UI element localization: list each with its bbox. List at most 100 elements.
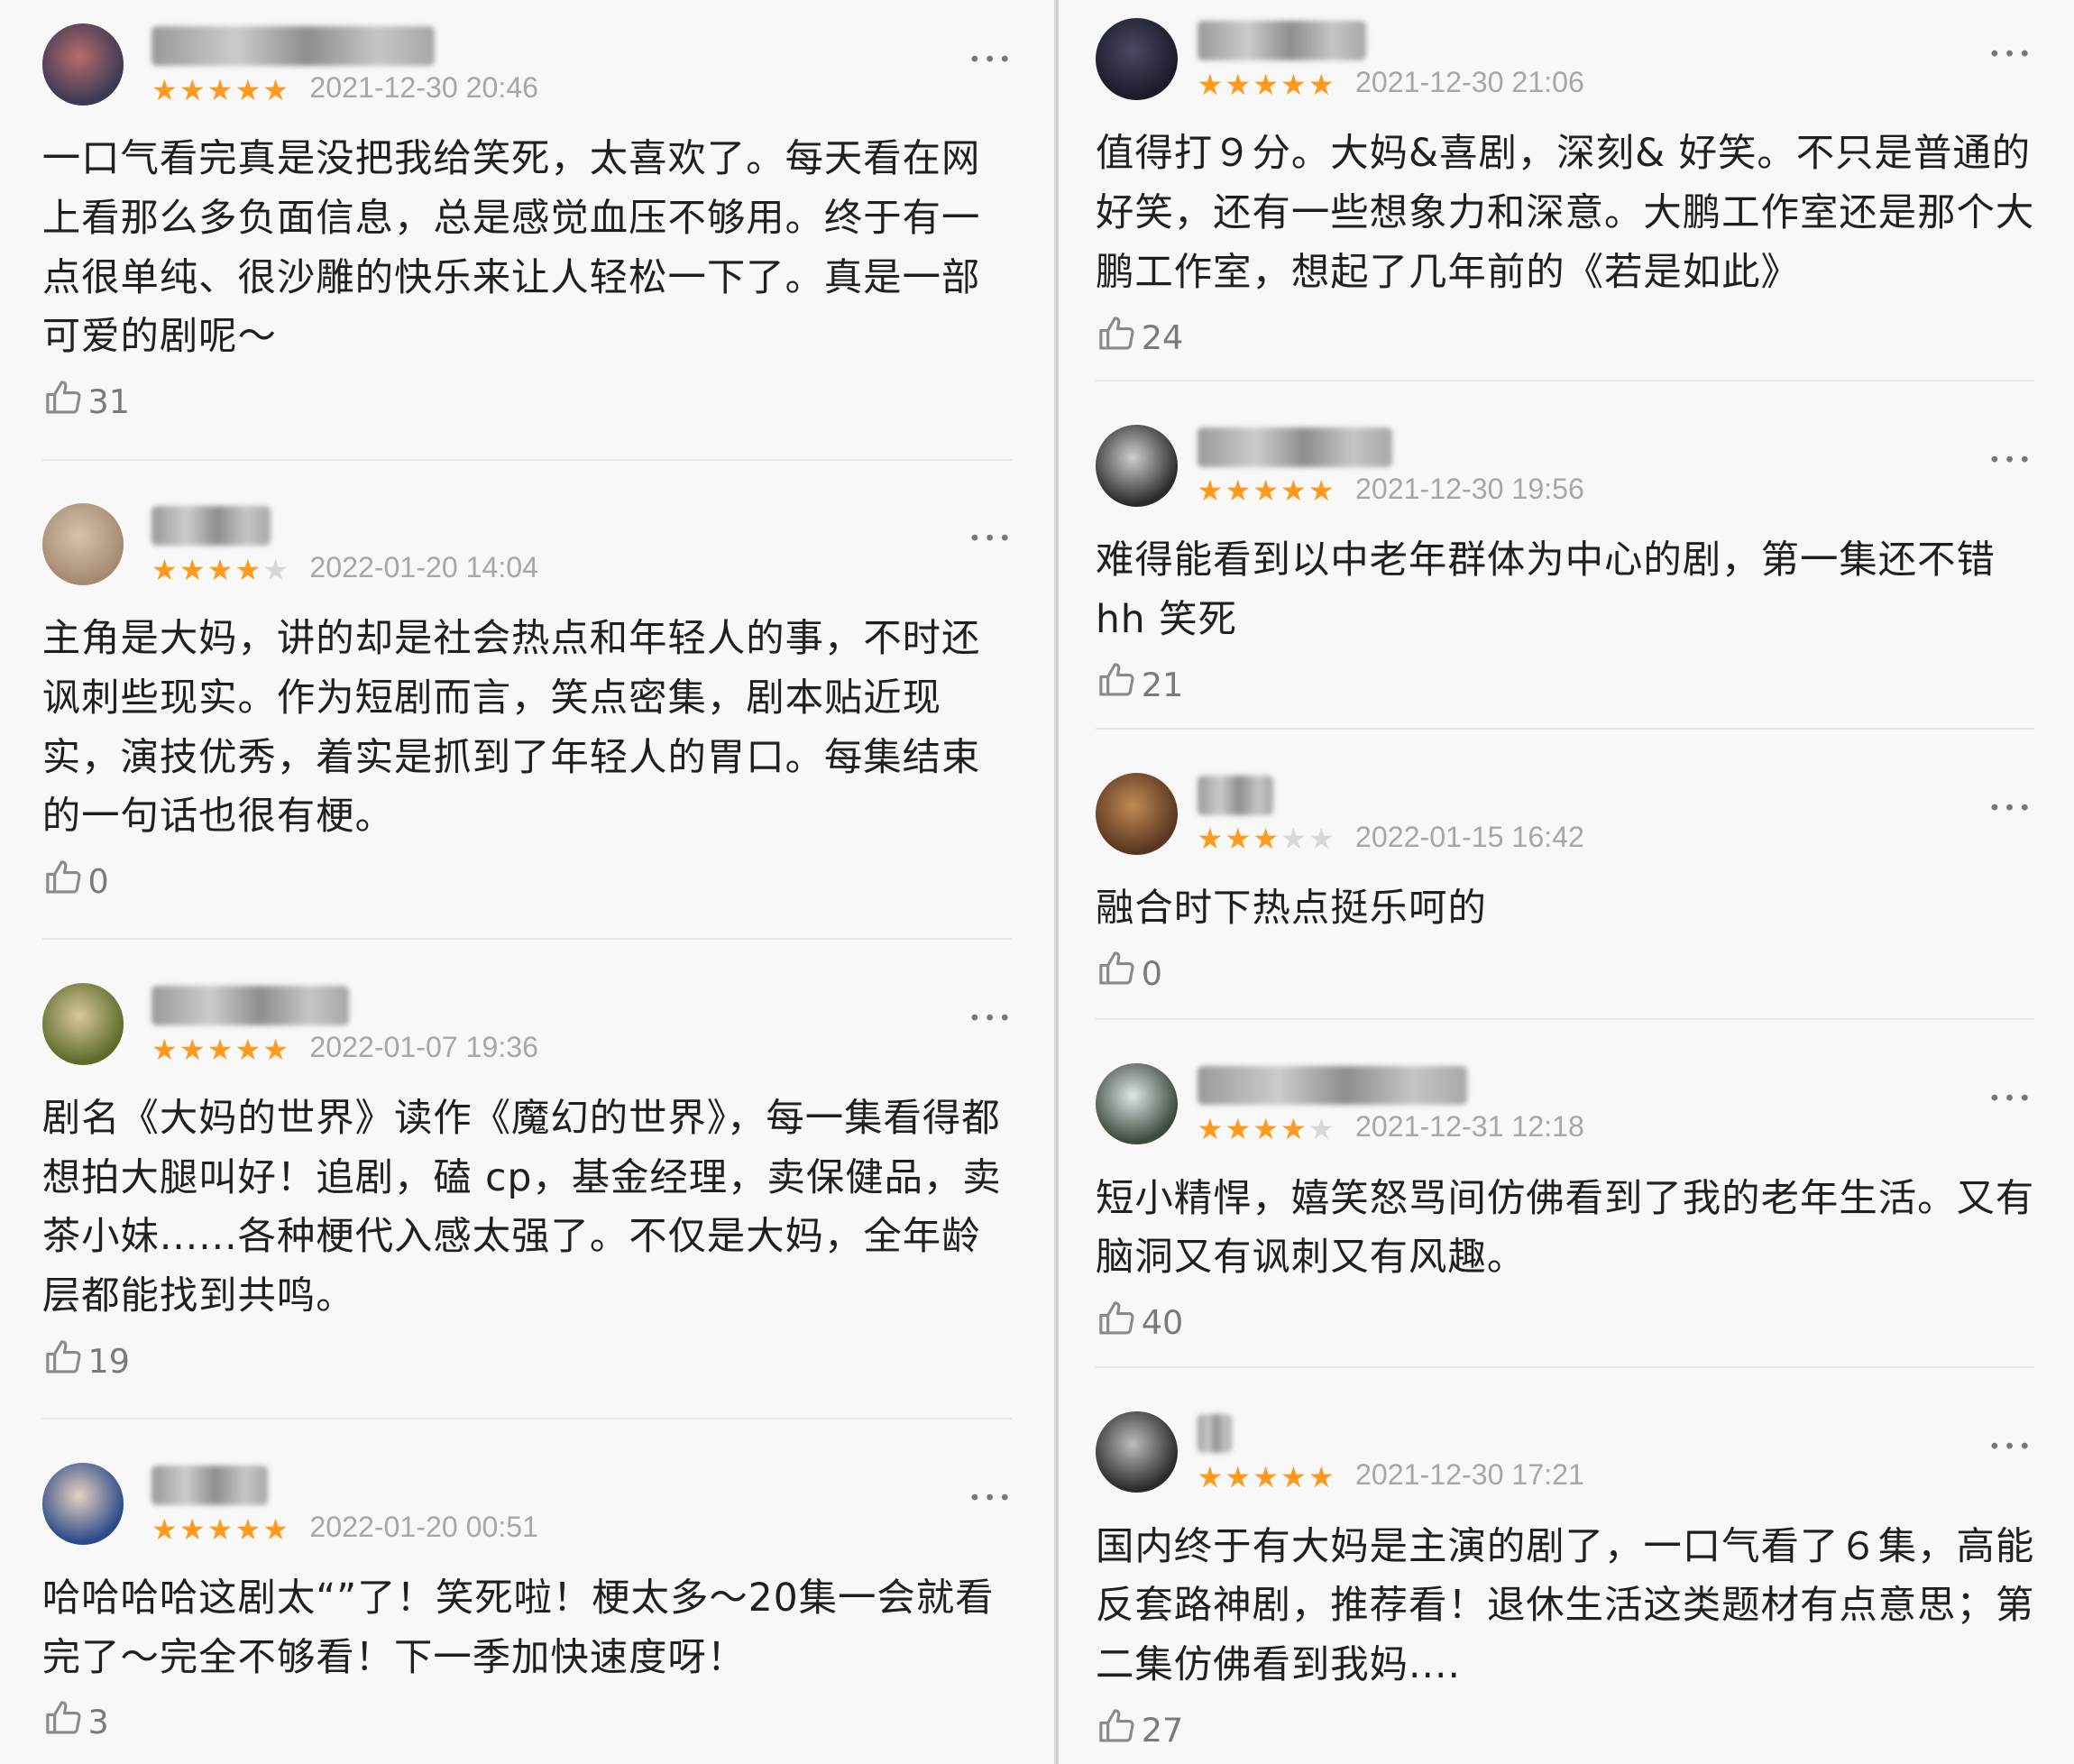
review-divider [41, 458, 1013, 461]
review-divider [41, 938, 1013, 941]
star-rating: ★ ★ ★ ★ ★ [1198, 822, 1335, 855]
username[interactable]: kinshean [1197, 21, 1366, 61]
star-icon: ★ [1280, 473, 1307, 509]
review-timestamp: 2022-01-20 00:51 [309, 1510, 539, 1543]
like-button[interactable]: 24 [1096, 313, 1183, 363]
review-timestamp: 2021-12-30 21:06 [1355, 66, 1584, 99]
star-icon: ★ [1197, 473, 1224, 509]
like-count: 40 [1141, 1303, 1184, 1343]
avatar[interactable] [41, 983, 124, 1065]
star-icon: ★ [151, 1032, 178, 1067]
like-button[interactable]: 19 [42, 1337, 130, 1387]
like-button[interactable]: 21 [1096, 659, 1183, 710]
review-column-right: kinshean★★★★★2021-12-30 21:06•••值得打９分。大妈… [1056, 0, 2074, 1764]
username[interactable]: 哈哈哈哈哈螃蟹啦 [151, 26, 436, 67]
more-options-button[interactable]: ••• [968, 1488, 1014, 1509]
star-icon: ★ [151, 1511, 178, 1547]
username[interactable]: 我要变成猪猪子 [1197, 1065, 1468, 1106]
review-text: 值得打９分。大妈&喜剧，深刻& 好笑。不只是普通的好笑，还有一些想象力和深意。大… [1095, 131, 2035, 295]
star-icon: ★ [1280, 822, 1307, 857]
more-options-button[interactable]: ••• [968, 1008, 1014, 1029]
avatar[interactable] [1095, 424, 1178, 507]
thumbs-up-icon [42, 1337, 85, 1387]
review-text: 国内终于有大妈是主演的剧了，一口气看了６集，高能反套路神剧，推荐看！退休生活这类… [1095, 1523, 2035, 1687]
avatar[interactable] [1095, 1410, 1178, 1493]
star-icon: ★ [151, 552, 178, 587]
review-divider [1095, 1017, 2035, 1020]
thumbs-up-icon [1096, 1705, 1138, 1756]
star-icon: ★ [262, 1032, 289, 1067]
star-icon: ★ [1197, 68, 1224, 103]
review-text: 一口气看完真是没把我给笑死，太喜欢了。每天看在网上看那么多负面信息，总是感觉血压… [41, 136, 981, 359]
thumbs-up-icon [1096, 659, 1138, 710]
avatar[interactable] [1095, 772, 1178, 855]
more-options-button[interactable]: ••• [1988, 1088, 2033, 1108]
review-divider [1095, 1365, 2035, 1368]
thumbs-up-icon [1096, 313, 1138, 363]
star-icon: ★ [1197, 822, 1224, 857]
username[interactable]: 轩草 [1197, 775, 1274, 815]
star-icon: ★ [262, 72, 289, 107]
avatar[interactable] [1095, 1062, 1178, 1145]
username[interactable]: 找说的都对 [151, 986, 350, 1025]
star-rating: ★ ★ ★ ★ ★ [151, 554, 289, 586]
review-timestamp: 2022-01-15 16:42 [1355, 820, 1584, 853]
like-button[interactable]: 0 [1096, 948, 1162, 998]
like-button[interactable]: 40 [1096, 1298, 1183, 1348]
star-icon: ★ [1225, 822, 1252, 857]
review-text: 主角是大妈，讲的却是社会热点和年轻人的事，不时还讽刺些现实。作为短剧而言，笑点密… [41, 616, 981, 839]
like-count: 0 [1141, 953, 1162, 993]
like-count: 3 [87, 1703, 109, 1742]
star-icon: ★ [1225, 1112, 1252, 1147]
star-icon: ★ [1308, 822, 1335, 857]
thumbs-up-icon [42, 857, 85, 907]
star-icon: ★ [1280, 68, 1307, 103]
like-button[interactable]: 3 [42, 1697, 109, 1748]
star-icon: ★ [1308, 473, 1335, 509]
more-options-button[interactable]: ••• [968, 49, 1014, 69]
review-divider [41, 1418, 1013, 1420]
star-icon: ★ [1253, 1460, 1280, 1495]
avatar[interactable] [41, 503, 124, 585]
star-icon: ★ [1225, 1460, 1252, 1495]
star-icon: ★ [234, 552, 262, 587]
review-timestamp: 2021-12-30 17:21 [1355, 1458, 1584, 1492]
more-options-button[interactable]: ••• [968, 528, 1014, 549]
star-icon: ★ [206, 552, 234, 587]
more-options-button[interactable]: ••• [1988, 43, 2033, 64]
star-icon: ★ [1280, 1460, 1307, 1495]
star-icon: ★ [1280, 1112, 1307, 1147]
thumbs-up-icon [1096, 948, 1138, 998]
star-icon: ★ [1253, 68, 1280, 103]
more-options-button[interactable]: ••• [1988, 1436, 2033, 1456]
avatar[interactable] [41, 1462, 124, 1545]
like-count: 27 [1141, 1711, 1184, 1750]
more-options-button[interactable]: ••• [1988, 449, 2033, 470]
review-text: 短小精悍，嬉笑怒骂间仿佛看到了我的老年生活。又有脑洞又有讽刺又有风趣。 [1095, 1175, 2035, 1280]
like-button[interactable]: 31 [42, 377, 130, 427]
review-text: 融合时下热点挺乐呵的 [1095, 885, 1487, 930]
star-icon: ★ [1253, 822, 1280, 857]
like-count: 0 [87, 862, 109, 902]
username[interactable]: 陈豆子丰田 [1197, 427, 1392, 467]
username[interactable]: w [1197, 1413, 1232, 1454]
star-icon: ★ [151, 72, 178, 107]
review-screenshot: 哈哈哈哈哈螃蟹啦★★★★★2021-12-30 20:46•••一口气看完真是没… [0, 0, 2074, 1764]
thumbs-up-icon [42, 377, 85, 427]
star-icon: ★ [234, 1511, 262, 1547]
review-timestamp: 2021-12-30 20:46 [309, 70, 539, 104]
avatar[interactable] [41, 23, 124, 106]
star-icon: ★ [1253, 1112, 1280, 1147]
review-column-left: 哈哈哈哈哈螃蟹啦★★★★★2021-12-30 20:46•••一口气看完真是没… [0, 0, 1056, 1764]
star-rating: ★ ★ ★ ★ ★ [1198, 474, 1335, 507]
thumbs-up-icon [42, 1697, 85, 1748]
username[interactable]: 羊驼话 [151, 506, 271, 546]
username[interactable]: mgor3 [151, 1465, 268, 1505]
like-button[interactable]: 0 [42, 857, 109, 907]
review-timestamp: 2022-01-07 19:36 [309, 1030, 539, 1063]
like-button[interactable]: 27 [1096, 1705, 1183, 1756]
avatar[interactable] [1095, 18, 1178, 101]
star-rating: ★ ★ ★ ★ ★ [151, 74, 289, 106]
more-options-button[interactable]: ••• [1988, 797, 2033, 818]
review-timestamp: 2021-12-31 12:18 [1355, 1110, 1584, 1144]
